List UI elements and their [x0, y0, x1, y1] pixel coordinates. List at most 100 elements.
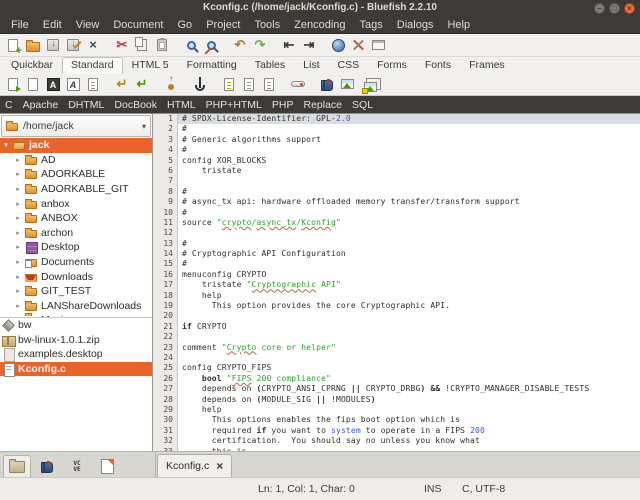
tree-item-lansharedownloads[interactable]: ▸ LANShareDownloads: [0, 299, 152, 314]
undo-button[interactable]: ↶: [230, 36, 250, 55]
quickbar-tab-quickbar[interactable]: Quickbar: [2, 57, 62, 73]
sidebar-tab-character-map[interactable]: VC VE: [63, 455, 91, 477]
save-as-button[interactable]: [63, 36, 83, 55]
save-button[interactable]: [43, 36, 63, 55]
tree-item-downloads[interactable]: ▸ Downloads: [0, 269, 152, 284]
expander-icon[interactable]: ▾: [2, 141, 10, 149]
close-icon[interactable]: ×: [624, 3, 635, 14]
lang-item-docbook[interactable]: DocBook: [114, 99, 165, 111]
break-button[interactable]: ↵: [112, 75, 132, 94]
file-item-bw[interactable]: bw: [0, 318, 152, 333]
sidebar-tab-snippets[interactable]: [93, 455, 121, 477]
tree-item-anbox[interactable]: ▸ ANBOX: [0, 211, 152, 226]
email-button[interactable]: [317, 75, 337, 94]
expander-icon[interactable]: ▸: [14, 170, 22, 178]
paste-button[interactable]: [152, 36, 172, 55]
non-breaking-space-button[interactable]: [161, 74, 181, 94]
lang-item-replace[interactable]: Replace: [304, 99, 351, 111]
code-area[interactable]: # SPDX-License-Identifier: GPL-2.0 # # Gen…: [178, 114, 640, 451]
menu-item-help[interactable]: Help: [440, 18, 477, 33]
copy-button[interactable]: [132, 36, 152, 55]
tree-item-desktop[interactable]: ▸ Desktop: [0, 240, 152, 255]
break-clear-button[interactable]: ↵: [132, 75, 152, 94]
expander-icon[interactable]: ▸: [14, 156, 22, 164]
file-item-kconfig-c[interactable]: Kconfig.c: [0, 361, 152, 378]
find-replace-button[interactable]: [201, 36, 221, 55]
menu-item-tools[interactable]: Tools: [247, 18, 287, 33]
cut-button[interactable]: ✂: [112, 36, 132, 55]
italic-button[interactable]: A: [63, 75, 83, 94]
lang-item-html[interactable]: HTML: [167, 99, 204, 111]
lang-item-sql[interactable]: SQL: [352, 99, 381, 111]
expander-icon[interactable]: ▸: [14, 243, 22, 251]
file-item-examples-desktop[interactable]: examples.desktop: [0, 347, 152, 363]
redo-button[interactable]: ↷: [250, 36, 270, 55]
minimize-icon[interactable]: –: [594, 3, 605, 14]
file-list[interactable]: bw bw-linux-1.0.1.zip examples.desktop Kcon…: [0, 318, 152, 451]
quickbar-tab-standard[interactable]: Standard: [62, 57, 123, 74]
lang-item-php-html[interactable]: PHP+HTML: [206, 99, 270, 111]
quickbar-tab-fonts[interactable]: Fonts: [416, 57, 460, 73]
tab-close-icon[interactable]: ×: [216, 460, 223, 472]
expander-icon[interactable]: ▸: [14, 214, 22, 222]
tree-item-archon[interactable]: ▸ archon: [0, 226, 152, 241]
quickbar-tab-formatting[interactable]: Formatting: [178, 57, 246, 73]
menu-item-edit[interactable]: Edit: [36, 18, 69, 33]
expander-icon[interactable]: ▸: [14, 185, 22, 193]
menu-item-project[interactable]: Project: [199, 18, 247, 33]
directory-tree[interactable]: ▾ jack ▸ AD ▸ ADORKABLE ▸ ADORKABLE_GIT ▸ anbox ▸ A…: [0, 138, 152, 318]
quickbar-tab-html-5[interactable]: HTML 5: [123, 57, 178, 73]
menu-item-dialogs[interactable]: Dialogs: [390, 18, 441, 33]
expander-icon[interactable]: ▸: [14, 287, 22, 295]
tree-item-jack[interactable]: ▾ jack: [0, 138, 152, 153]
quickstart-button[interactable]: [3, 75, 23, 94]
comment-button[interactable]: [219, 75, 239, 94]
menu-item-view[interactable]: View: [69, 18, 107, 33]
tree-item-documents[interactable]: ▸ Documents: [0, 255, 152, 270]
menu-item-document[interactable]: Document: [106, 18, 170, 33]
image-button[interactable]: [337, 75, 357, 94]
quickbar-tab-css[interactable]: CSS: [328, 57, 368, 73]
menu-item-file[interactable]: File: [4, 18, 36, 33]
multi-thumbnail-button[interactable]: [357, 75, 377, 94]
menu-item-go[interactable]: Go: [171, 18, 200, 33]
anchor-button[interactable]: [190, 75, 210, 94]
lang-item-c[interactable]: C: [5, 99, 21, 111]
rule-button[interactable]: [288, 75, 308, 94]
lang-item-apache[interactable]: Apache: [23, 99, 67, 111]
expander-icon[interactable]: ▸: [14, 273, 22, 281]
expander-icon[interactable]: ▸: [14, 258, 22, 266]
lang-item-php[interactable]: PHP: [272, 99, 302, 111]
find-button[interactable]: [181, 36, 201, 55]
menu-item-zencoding[interactable]: Zencoding: [287, 18, 352, 33]
lang-item-dhtml[interactable]: DHTML: [68, 99, 112, 111]
menu-item-tags[interactable]: Tags: [353, 18, 390, 33]
close-document-button[interactable]: ×: [83, 36, 103, 55]
tree-item-anbox[interactable]: ▸ anbox: [0, 196, 152, 211]
quickbar-tab-forms[interactable]: Forms: [368, 57, 416, 73]
tree-item-adorkable[interactable]: ▸ ADORKABLE: [0, 167, 152, 182]
tree-item-adorkable-git[interactable]: ▸ ADORKABLE_GIT: [0, 182, 152, 197]
body-button[interactable]: [23, 75, 43, 94]
open-file-button[interactable]: [23, 36, 43, 55]
sidebar-tab-file-browser[interactable]: [3, 455, 31, 477]
file-item-bw-linux-1-0-1-zip[interactable]: bw-linux-1.0.1.zip: [0, 333, 152, 348]
titlebar[interactable]: Kconfig.c (/home/jack/Kconfig.c) - Bluef…: [0, 0, 640, 17]
new-file-button[interactable]: [3, 36, 23, 57]
expander-icon[interactable]: ▸: [14, 302, 22, 310]
quickbar-tab-list[interactable]: List: [294, 57, 328, 73]
preview-in-browser-button[interactable]: [328, 36, 348, 55]
tree-item-ad[interactable]: ▸ AD: [0, 153, 152, 168]
floating-window-button[interactable]: [368, 36, 388, 55]
preferences-button[interactable]: [348, 36, 368, 55]
directory-dropdown[interactable]: /home/jack ▾: [1, 115, 151, 137]
maximize-icon[interactable]: □: [609, 3, 620, 14]
sidebar-tab-bookmarks[interactable]: [33, 455, 61, 477]
expander-icon[interactable]: ▸: [14, 200, 22, 208]
quickbar-tab-tables[interactable]: Tables: [246, 57, 294, 73]
tree-item-git-test[interactable]: ▸ GIT_TEST: [0, 284, 152, 299]
right-justify-button[interactable]: [259, 75, 279, 94]
indent-button[interactable]: ⇥: [299, 36, 319, 55]
unindent-button[interactable]: ⇤: [279, 36, 299, 55]
document-tab-kconfig[interactable]: Kconfig.c ×: [157, 454, 233, 477]
